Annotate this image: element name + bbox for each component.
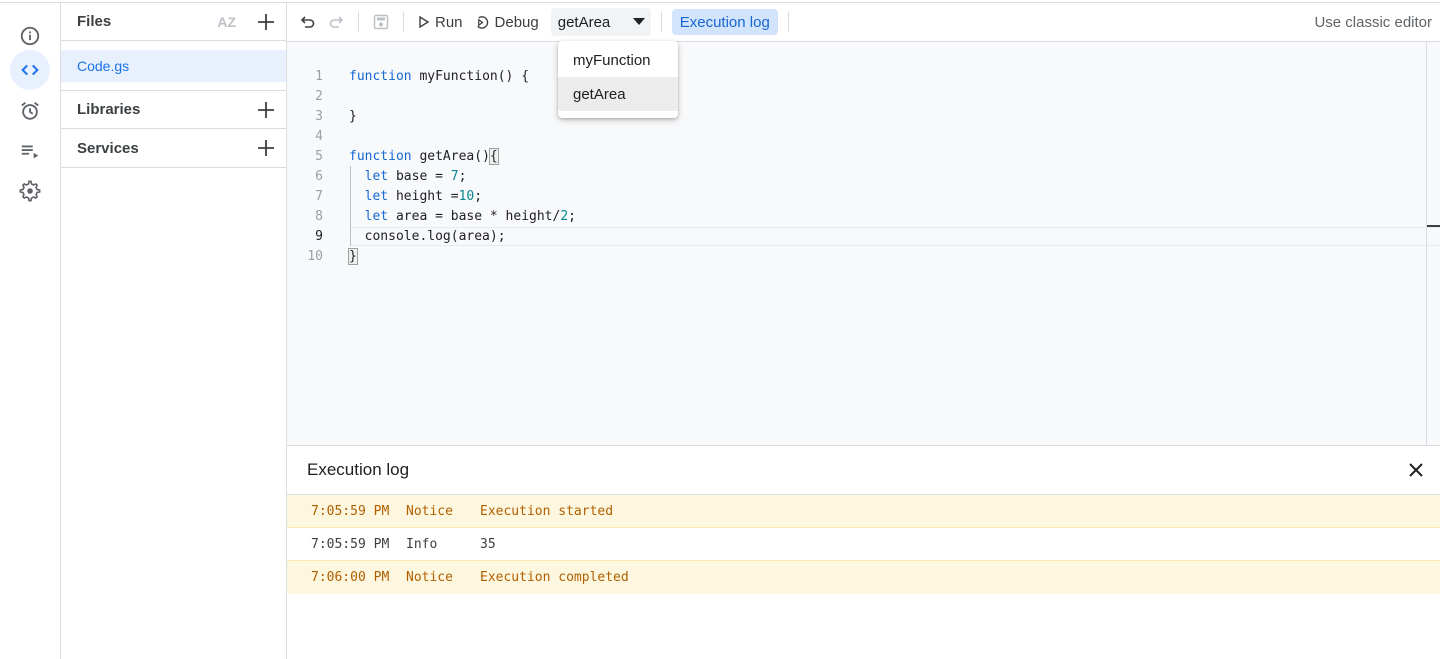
line-number: 1 bbox=[315, 68, 323, 84]
line-code: let base = 7; bbox=[364, 168, 467, 184]
log-message: 35 bbox=[480, 536, 496, 552]
toolbar-divider bbox=[403, 12, 404, 32]
log-severity: Info bbox=[406, 536, 438, 552]
section-libraries-label: Libraries bbox=[77, 101, 141, 118]
info-icon bbox=[20, 26, 40, 46]
rail-triggers-button[interactable] bbox=[10, 91, 50, 131]
toolbar-divider bbox=[660, 12, 662, 32]
use-classic-editor-link[interactable]: Use classic editor bbox=[1314, 14, 1432, 31]
line-code: let height =10; bbox=[364, 188, 483, 204]
rail-executions-button[interactable] bbox=[10, 131, 50, 171]
chevron-down-icon bbox=[632, 18, 645, 25]
plus-icon bbox=[258, 140, 274, 156]
alarm-icon bbox=[21, 102, 39, 120]
save-button[interactable] bbox=[369, 10, 393, 34]
add-file-button[interactable] bbox=[256, 12, 276, 32]
log-row: 7:05:59 PM Notice Execution started bbox=[287, 495, 1440, 528]
close-icon bbox=[1409, 463, 1423, 477]
code-icon bbox=[21, 64, 39, 76]
log-row: 7:06:00 PM Notice Execution completed bbox=[287, 561, 1440, 594]
line-number: 6 bbox=[315, 168, 323, 184]
line-code: console.log(area); bbox=[349, 228, 506, 244]
line-number: 2 bbox=[315, 88, 323, 104]
toolbar-divider bbox=[787, 12, 789, 32]
line-code: function getArea(){ bbox=[349, 147, 499, 165]
function-select[interactable]: getArea bbox=[550, 8, 651, 36]
editor-toolbar: Run Debug getArea Execution log Use clas… bbox=[287, 3, 1440, 42]
dropdown-option-getarea[interactable]: getArea bbox=[558, 77, 678, 111]
line-number: 8 bbox=[315, 208, 323, 224]
run-button[interactable]: Run bbox=[418, 14, 463, 31]
line-number: 3 bbox=[315, 108, 323, 124]
undo-button[interactable] bbox=[296, 10, 320, 34]
execution-log-title: Execution log bbox=[307, 460, 410, 479]
gear-icon bbox=[19, 180, 41, 202]
files-title: Files bbox=[77, 13, 112, 30]
line-code: } bbox=[348, 247, 358, 265]
left-rail bbox=[0, 3, 61, 659]
log-row: 7:05:59 PM Info 35 bbox=[287, 528, 1440, 561]
line-number: 5 bbox=[315, 148, 323, 164]
rail-settings-button[interactable] bbox=[10, 171, 50, 211]
line-code: function myFunction() { bbox=[349, 68, 530, 84]
line-number: 10 bbox=[307, 248, 323, 264]
section-services: Services bbox=[61, 129, 286, 168]
log-time: 7:05:59 PM bbox=[311, 536, 390, 552]
line-code: } bbox=[349, 108, 357, 124]
redo-icon bbox=[329, 16, 344, 28]
line-number: 4 bbox=[315, 128, 323, 144]
section-services-label: Services bbox=[77, 139, 139, 157]
add-service-button[interactable] bbox=[256, 138, 276, 158]
debug-button[interactable]: Debug bbox=[475, 14, 539, 31]
execution-log-panel: Execution log 7:05:59 PM Notice Executio… bbox=[287, 445, 1440, 659]
log-severity: Notice bbox=[406, 503, 453, 519]
save-icon bbox=[373, 14, 389, 30]
redo-button[interactable] bbox=[324, 10, 348, 34]
function-select-value: getArea bbox=[557, 13, 611, 31]
log-message: Execution completed bbox=[480, 570, 629, 585]
line-number: 7 bbox=[315, 188, 323, 204]
execution-log-button[interactable]: Execution log bbox=[671, 9, 778, 35]
line-code: let area = base * height/2; bbox=[364, 208, 576, 224]
log-time: 7:06:00 PM bbox=[311, 570, 390, 585]
rail-editor-button[interactable] bbox=[10, 50, 50, 90]
sort-az-icon[interactable]: AZ bbox=[217, 14, 236, 30]
play-icon bbox=[419, 16, 430, 28]
log-time: 7:05:59 PM bbox=[311, 503, 390, 519]
line-number: 9 bbox=[315, 228, 323, 244]
current-line-highlight bbox=[350, 227, 1440, 246]
dropdown-option-myfunction[interactable]: myFunction bbox=[558, 43, 678, 77]
execution-log-header: Execution log bbox=[287, 446, 1440, 495]
close-log-button[interactable] bbox=[1404, 458, 1428, 482]
file-item-code-gs[interactable]: Code.gs bbox=[61, 50, 286, 82]
run-label: Run bbox=[435, 13, 463, 31]
plus-icon bbox=[258, 13, 274, 30]
function-dropdown-menu: myFunction getArea bbox=[558, 41, 678, 118]
toolbar-divider bbox=[358, 12, 359, 32]
undo-icon bbox=[300, 16, 315, 28]
section-libraries: Libraries bbox=[61, 90, 286, 129]
log-message: Execution started bbox=[480, 503, 614, 519]
log-severity: Notice bbox=[406, 570, 453, 585]
plus-icon bbox=[258, 101, 274, 118]
add-library-button[interactable] bbox=[256, 100, 276, 120]
debug-label: Debug bbox=[494, 13, 539, 31]
files-header: Files AZ bbox=[61, 3, 286, 41]
debug-icon bbox=[476, 15, 488, 29]
files-panel: Files AZ Code.gs Libraries Services bbox=[61, 3, 287, 659]
executions-icon bbox=[21, 145, 39, 159]
